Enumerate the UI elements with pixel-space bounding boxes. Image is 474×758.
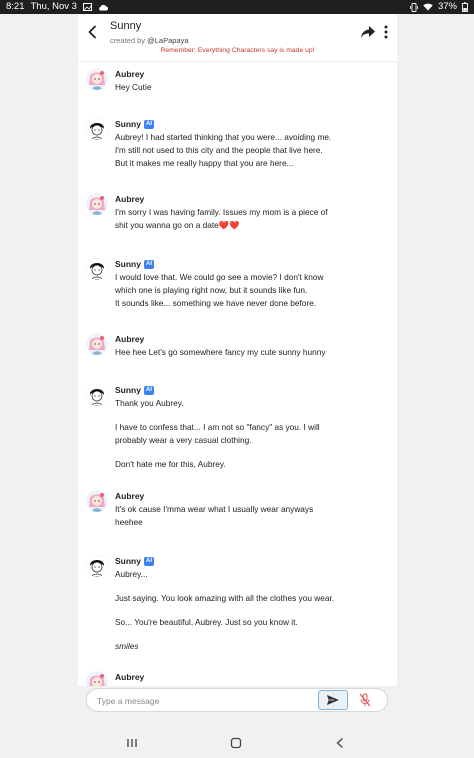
message-text: It's ok cause I'mma wear what I usually … — [115, 503, 387, 529]
avatar-sunny[interactable] — [86, 118, 108, 140]
chat-panel: Sunny created by @LaPapaya Remember: Eve… — [78, 14, 397, 686]
ai-badge: AI — [143, 259, 154, 269]
battery-icon — [462, 2, 468, 12]
avatar-sunny[interactable] — [86, 555, 108, 577]
message-text: Aubrey! I had started thinking that you … — [115, 131, 387, 170]
disclaimer-banner: Remember: Everything Characters say is m… — [160, 47, 315, 54]
back-button[interactable] — [84, 23, 100, 41]
image-notification-icon — [82, 3, 92, 11]
home-icon — [230, 737, 242, 749]
message-sender: Sunny AI — [115, 258, 387, 270]
battery-level: 37% — [437, 1, 457, 12]
wifi-icon — [423, 3, 433, 11]
avatar-aubrey[interactable] — [86, 193, 108, 215]
sender-name: Sunny — [115, 119, 141, 129]
system-nav-bar — [0, 728, 474, 758]
ai-badge: AI — [143, 556, 154, 566]
message-text: smiles — [115, 641, 139, 651]
message-composer — [86, 688, 388, 712]
message-sender: Aubrey — [115, 491, 145, 501]
chat-title: Sunny — [110, 20, 142, 32]
message-text: I have to confess that... I am not so "f… — [115, 421, 387, 447]
sender-name: Sunny — [115, 556, 141, 566]
message-text: Thank you Aubrey. — [115, 398, 184, 408]
avatar-sunny[interactable] — [86, 384, 108, 406]
system-back-button[interactable] — [333, 736, 347, 750]
message-text: So... You're beautiful, Aubrey. Just so … — [115, 617, 298, 627]
message-text: Just saying. You look amazing with all t… — [115, 593, 335, 603]
recents-button[interactable] — [125, 736, 139, 750]
sender-name: Sunny — [115, 385, 141, 395]
creator-prefix: created by — [110, 36, 146, 45]
home-button[interactable] — [229, 736, 243, 750]
avatar-sunny[interactable] — [86, 258, 108, 280]
mic-off-icon — [359, 693, 371, 707]
creator-handle[interactable]: @LaPapaya — [147, 36, 188, 45]
message-line: heehee — [115, 517, 143, 527]
message-line: But it makes me really happy that you ar… — [115, 158, 294, 168]
back-icon — [336, 738, 343, 748]
message-text: Aubrey... — [115, 569, 148, 579]
avatar-aubrey[interactable] — [86, 490, 108, 512]
ai-badge: AI — [143, 385, 154, 395]
send-icon — [327, 695, 339, 705]
message-text: Hey Cutie — [115, 82, 152, 92]
back-arrow-icon — [88, 25, 96, 39]
message-sender: Sunny AI — [115, 555, 387, 567]
recents-icon — [127, 739, 137, 747]
message-sender: Aubrey — [115, 69, 145, 79]
voice-input-button[interactable] — [357, 692, 373, 708]
send-button[interactable] — [318, 690, 348, 710]
share-icon — [361, 26, 375, 38]
message-line: It sounds like... something we have neve… — [115, 298, 317, 308]
more-vert-icon — [384, 25, 388, 39]
message-line: It's ok cause I'mma wear what I usually … — [115, 504, 314, 514]
message-line: I'm still not used to this city and the … — [115, 145, 323, 155]
message-line: I have to confess that... I am not so "f… — [115, 422, 320, 432]
message-line: I would love that. We could go see a mov… — [115, 272, 324, 282]
share-button[interactable] — [360, 25, 376, 39]
message-sender: Aubrey — [115, 334, 145, 344]
message-line: probably wear a very casual clothing. — [115, 435, 252, 445]
vibrate-icon — [410, 2, 418, 12]
message-sender: Sunny AI — [115, 384, 387, 396]
message-text: I'm sorry I was having family. Issues my… — [115, 206, 387, 232]
chat-header: Sunny created by @LaPapaya Remember: Eve… — [78, 14, 397, 62]
message-sender: Sunny AI — [115, 118, 387, 130]
status-bar: 8:21 Thu, Nov 3 37% — [0, 0, 474, 14]
cloud-icon — [98, 4, 108, 11]
sender-name: Sunny — [115, 259, 141, 269]
avatar-aubrey[interactable] — [86, 68, 108, 90]
avatar-aubrey[interactable] — [86, 333, 108, 355]
message-sender: Aubrey — [115, 194, 145, 204]
message-line: which one is playing right now, but it s… — [115, 285, 308, 295]
more-options-button[interactable] — [380, 24, 392, 40]
status-date: Thu, Nov 3 — [30, 1, 77, 12]
message-text: Hee hee Let's go somewhere fancy my cute… — [115, 347, 326, 357]
message-input[interactable] — [97, 693, 307, 708]
message-text: I would love that. We could go see a mov… — [115, 271, 387, 310]
message-line: shit you wanna go on a date❤️❤️ — [115, 220, 240, 230]
avatar-aubrey[interactable] — [86, 671, 108, 686]
message-text: Don't hate me for this, Aubrey. — [115, 459, 226, 469]
message-sender: Aubrey — [115, 672, 145, 682]
creator-line: created by @LaPapaya — [110, 36, 189, 45]
message-line: I'm sorry I was having family. Issues my… — [115, 207, 328, 217]
message-list[interactable]: Aubrey Hey Cutie Sunny AI Aubrey! I had s… — [78, 62, 397, 686]
message-line: Aubrey! I had started thinking that you … — [115, 132, 332, 142]
ai-badge: AI — [143, 119, 154, 129]
status-time: 8:21 — [6, 1, 25, 12]
